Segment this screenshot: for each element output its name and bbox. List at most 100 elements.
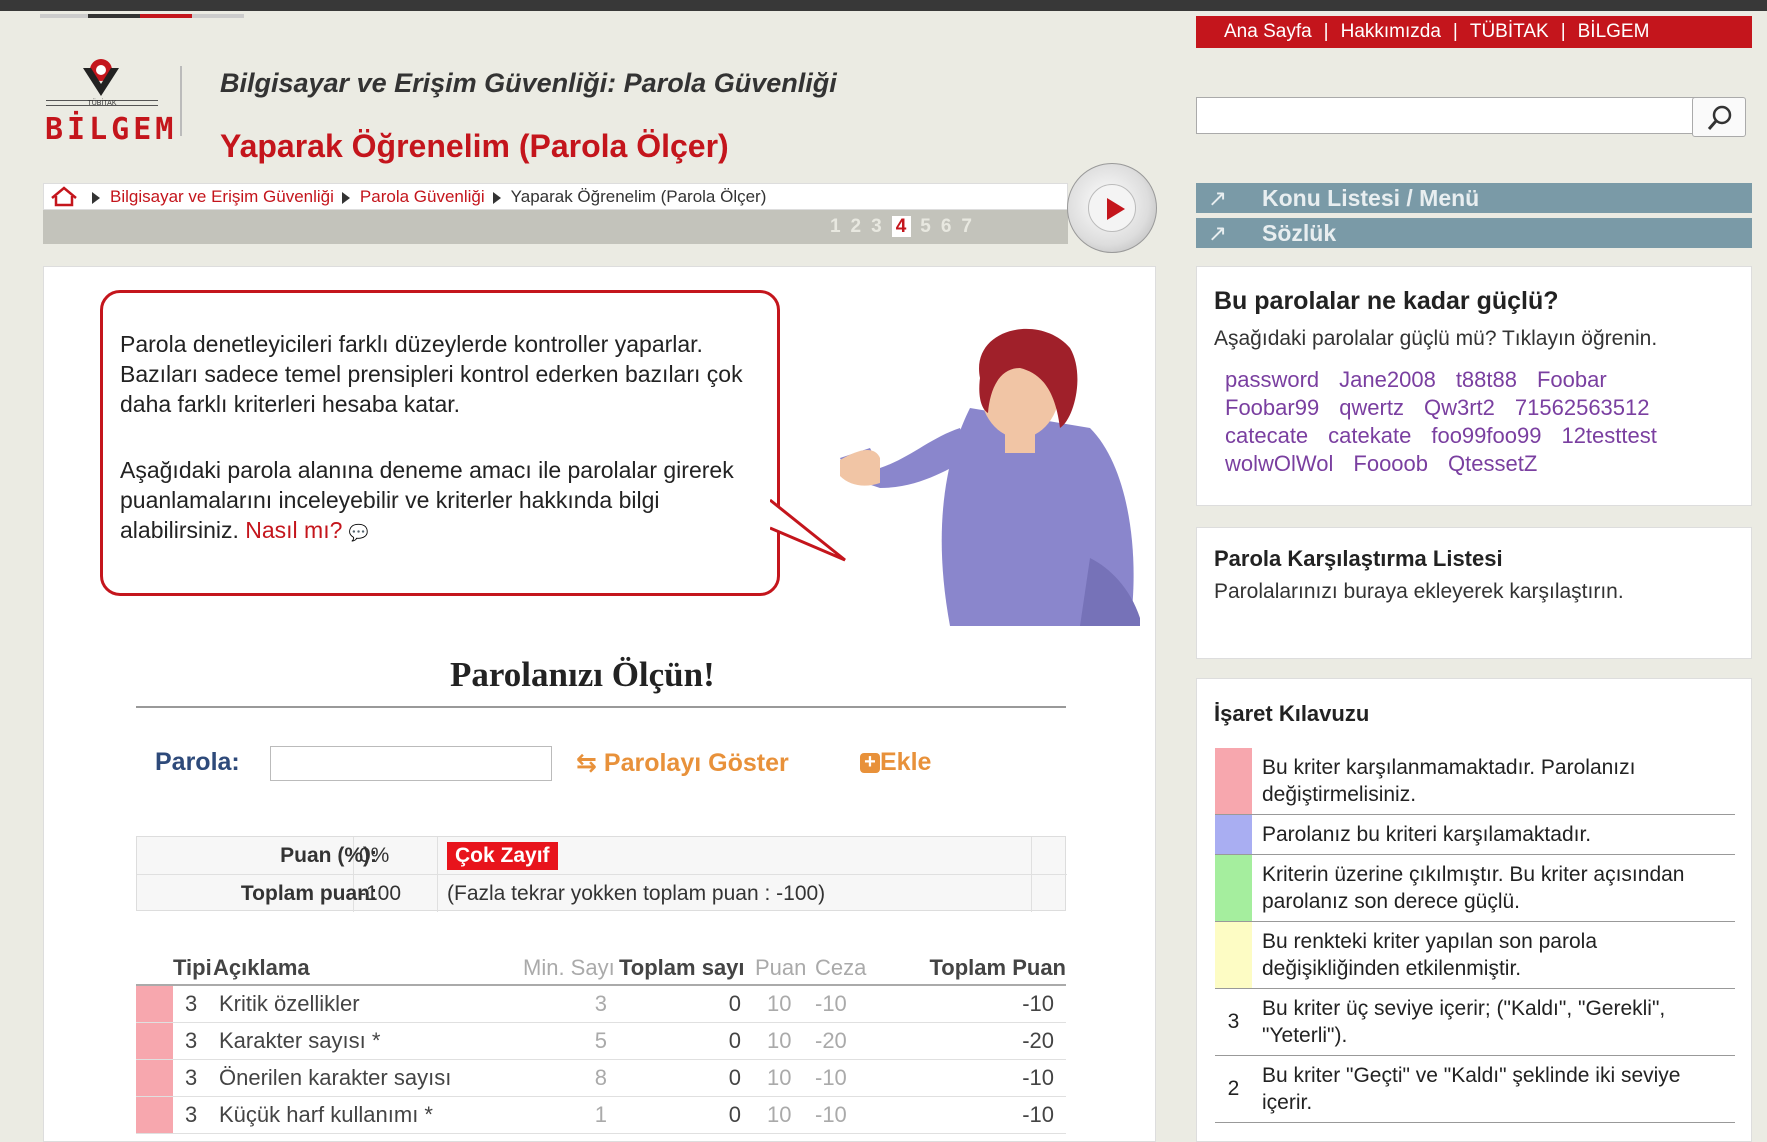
sample-password-link[interactable]: catecate (1225, 423, 1308, 448)
password-strength-panel: Bu parolalar ne kadar güçlü? Aşağıdaki p… (1196, 266, 1752, 506)
speech-bubble: Parola denetleyicileri farklı düzeylerde… (100, 290, 780, 596)
legend-text: Bu kriter "Geçti" ve "Kaldı" şeklinde ik… (1262, 1064, 1681, 1114)
cell-type: 3 (173, 985, 213, 1023)
cell-total: -10 (875, 1059, 1066, 1097)
home-icon[interactable] (44, 184, 84, 209)
score-note: (Fazla tekrar yokken toplam puan : -100) (447, 882, 826, 905)
nav-bilgem[interactable]: BİLGEM (1578, 16, 1650, 48)
page-link-current[interactable]: 4 (891, 216, 912, 237)
play-button[interactable] (1067, 163, 1157, 253)
sample-password-link[interactable]: Qw3rt2 (1424, 395, 1495, 420)
legend-swatch-green (1215, 855, 1252, 921)
sample-password-link[interactable]: wolwOlWol (1225, 451, 1333, 476)
sidebar-item-glossary[interactable]: ↗ Sözlük (1196, 218, 1752, 248)
show-password-button[interactable]: ⇆ Parolayı Göster (576, 748, 789, 778)
legend-item: Bu renkteki kriter yapılan son parola de… (1215, 922, 1735, 989)
sample-password-link[interactable]: foo99foo99 (1431, 423, 1541, 448)
search-input[interactable] (1196, 97, 1696, 134)
sample-password-link[interactable]: qwertz (1339, 395, 1404, 420)
sample-password-link[interactable]: Jane2008 (1339, 367, 1436, 392)
status-swatch (136, 1096, 173, 1134)
score-total-label: Toplam puan: (240, 882, 377, 905)
add-label: Ekle (880, 748, 932, 776)
table-row[interactable]: 3 Karakter sayısı * 5 0 10 -20 -20 (136, 1022, 1066, 1060)
legend-swatch-red (1215, 748, 1252, 814)
sample-password-link[interactable]: catekate (1328, 423, 1411, 448)
panel-title: Bu parolalar ne kadar güçlü? (1214, 287, 1559, 315)
page-link-5[interactable]: 5 (920, 216, 932, 237)
logo-small-text: TÜBİTAK (46, 100, 158, 107)
nav-tubitak[interactable]: TÜBİTAK (1470, 16, 1549, 48)
top-strip (0, 0, 1767, 11)
external-arrow-icon: ↗ (1208, 220, 1228, 246)
breadcrumb-arrow-icon (341, 191, 350, 204)
nav-separator: | (1560, 21, 1566, 42)
cell-count: 0 (619, 1096, 755, 1134)
legend-item: Bu kriter karşılanmamaktadır. Parolanızı… (1215, 748, 1735, 815)
breadcrumb-arrow-icon (492, 191, 501, 204)
meter-title: Parolanızı Ölçün! (450, 655, 715, 694)
compare-list-panel: Parola Karşılaştırma Listesi Parolaların… (1196, 527, 1752, 659)
table-row[interactable]: 3 Önerilen karakter sayısı 8 0 10 -10 -1… (136, 1059, 1066, 1097)
header-point: Puan (755, 951, 815, 986)
bilgem-logo[interactable]: BİLGEM (45, 112, 177, 147)
page-link-3[interactable]: 3 (871, 216, 883, 237)
sidebar-item-label: Sözlük (1262, 220, 1337, 246)
sample-password-link[interactable]: QtessetZ (1448, 451, 1537, 476)
how-link[interactable]: Nasıl mı? (245, 517, 342, 543)
legend-swatch-yellow (1215, 922, 1252, 988)
sample-password-list: password Jane2008 t88t88 Foobar Foobar99 qwe… (1225, 366, 1725, 478)
sample-password-link[interactable]: Foobar (1537, 367, 1607, 392)
title-divider (136, 706, 1066, 708)
show-password-label: Parolayı Göster (603, 749, 789, 777)
panel-text: Parolalarınızı buraya ekleyerek karşılaş… (1214, 580, 1624, 603)
table-row[interactable]: 3 Küçük harf kullanımı * 1 0 10 -10 -10 (136, 1096, 1066, 1134)
legend-item: 3 Bu kriter üç seviye içerir; ("Kaldı", "… (1215, 989, 1735, 1056)
play-icon (1107, 198, 1125, 220)
cell-point: 10 (755, 985, 815, 1023)
cell-point: 10 (755, 1022, 815, 1060)
sample-password-link[interactable]: t88t88 (1456, 367, 1517, 392)
legend-text: Bu kriter karşılanmamaktadır. Parolanızı… (1262, 756, 1636, 806)
cell-type: 3 (173, 1096, 213, 1134)
search-icon (1707, 105, 1732, 130)
legend-text: Kriterin üzerine çıkılmıştır. Bu kriter … (1262, 863, 1685, 913)
sample-password-link[interactable]: password (1225, 367, 1319, 392)
page-link-2[interactable]: 2 (851, 216, 863, 237)
breadcrumb-current: Yaparak Öğrenelim (Parola Ölçer) (510, 187, 767, 206)
tab-indicator (40, 14, 88, 18)
page-link-6[interactable]: 6 (941, 216, 953, 237)
score-percent-value: 0% (359, 844, 390, 867)
legend-item: 2 Bu kriter "Geçti" ve "Kaldı" şeklinde i… (1215, 1056, 1735, 1123)
sidebar-item-topic-list[interactable]: ↗ Konu Listesi / Menü (1196, 183, 1752, 213)
sample-password-link[interactable]: 12testtest (1561, 423, 1656, 448)
cell-total: -20 (875, 1022, 1066, 1060)
sample-password-link[interactable]: Foobar99 (1225, 395, 1319, 420)
panel-title: Parola Karşılaştırma Listesi (1214, 546, 1503, 571)
page-link-1[interactable]: 1 (830, 216, 842, 237)
cell-type: 3 (173, 1059, 213, 1097)
table-row[interactable]: 3 Kritik özellikler 3 0 10 -10 -10 (136, 985, 1066, 1023)
search-button[interactable] (1692, 97, 1746, 137)
tab-indicator (192, 14, 244, 18)
cell-penalty: -10 (815, 1059, 875, 1097)
score-total-value: -100 (359, 882, 402, 905)
breadcrumb: Bilgisayar ve Erişim Güvenliği Parola Güv… (43, 183, 1068, 210)
cell-penalty: -20 (815, 1022, 875, 1060)
page-link-7[interactable]: 7 (961, 216, 973, 237)
cell-description: Karakter sayısı * (213, 1022, 523, 1060)
sample-password-link[interactable]: Foooob (1353, 451, 1428, 476)
nav-about[interactable]: Hakkımızda (1341, 16, 1441, 48)
cell-min: 3 (523, 985, 619, 1023)
breadcrumb-arrow-icon (92, 191, 100, 204)
password-input[interactable] (270, 746, 552, 781)
sample-password-link[interactable]: 71562563512 (1515, 395, 1650, 420)
breadcrumb-link[interactable]: Parola Güvenliği (360, 187, 485, 206)
breadcrumb-link[interactable]: Bilgisayar ve Erişim Güvenliği (110, 187, 334, 206)
score-summary: Puan (%): 0% Çok Zayıf Toplam puan: -100… (136, 836, 1067, 912)
bubble-tail (770, 498, 846, 562)
strength-badge: Çok Zayıf (447, 842, 558, 870)
add-button[interactable]: + Ekle (860, 748, 931, 777)
cell-description: Kritik özellikler (213, 985, 523, 1023)
nav-home[interactable]: Ana Sayfa (1224, 16, 1312, 48)
